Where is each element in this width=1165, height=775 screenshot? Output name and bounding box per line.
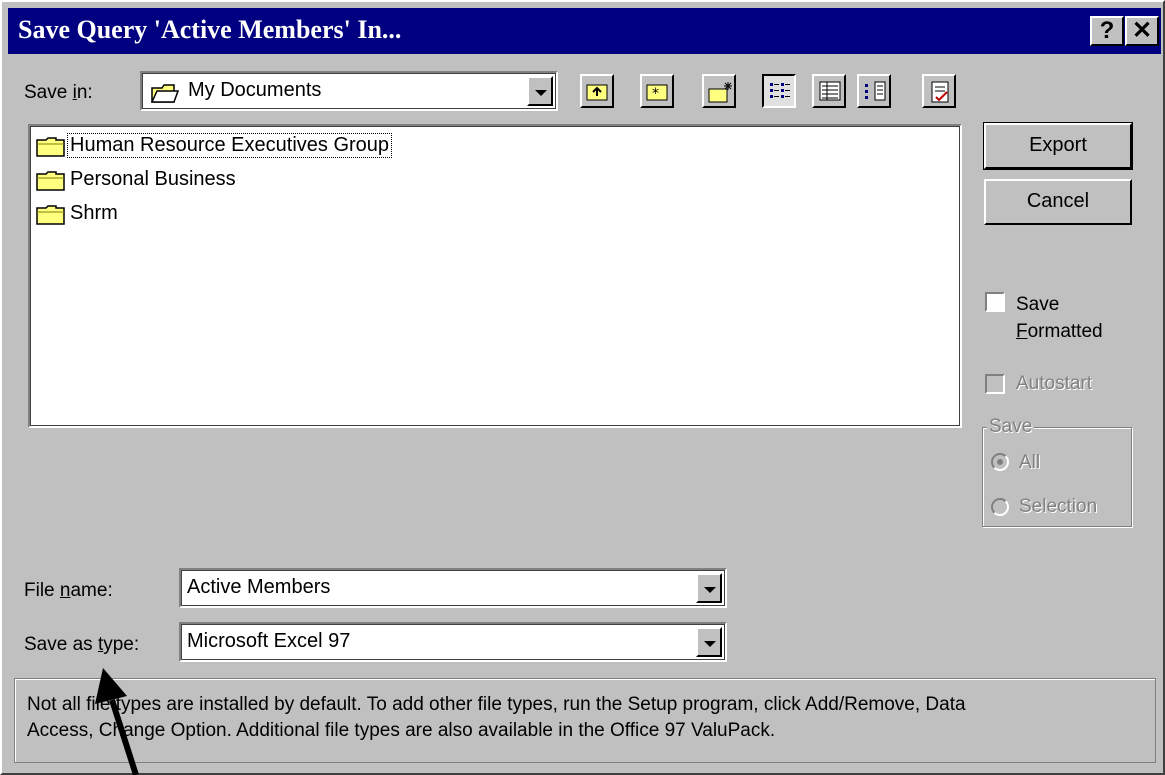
- chevron-down-icon[interactable]: [527, 76, 553, 106]
- file-name-input[interactable]: Active Members: [179, 568, 727, 608]
- file-list[interactable]: Human Resource Executives Group Personal…: [28, 124, 962, 428]
- up-one-level-button[interactable]: [580, 74, 614, 108]
- save-formatted-checkbox[interactable]: [985, 292, 1005, 312]
- svg-text:*: *: [652, 86, 659, 102]
- save-in-dropdown[interactable]: My Documents: [140, 71, 558, 111]
- cancel-button[interactable]: Cancel: [984, 179, 1132, 225]
- properties-view-icon: [865, 81, 886, 101]
- folder-up-icon: [586, 84, 608, 101]
- export-button[interactable]: Export: [983, 122, 1133, 170]
- list-view-button[interactable]: [762, 74, 796, 108]
- folder-icon: [36, 171, 65, 191]
- file-name: Personal Business: [70, 168, 236, 190]
- commands-settings-icon: [931, 81, 949, 103]
- save-group-label: Save: [987, 416, 1035, 438]
- favorites-folder-icon: *: [646, 84, 668, 102]
- folder-icon: [36, 205, 65, 225]
- properties-view-button[interactable]: [857, 74, 891, 108]
- dialog-title: Save Query 'Active Members' In...: [18, 15, 402, 44]
- create-new-folder-button[interactable]: [702, 74, 736, 108]
- chevron-down-icon[interactable]: [696, 573, 722, 603]
- folder-icon: [36, 137, 65, 157]
- help-icon: ?: [1099, 17, 1115, 44]
- selection-label: Selection: [1019, 496, 1098, 517]
- all-label: All: [1019, 452, 1041, 473]
- file-name-label: File name:: [24, 580, 113, 601]
- details-view-button[interactable]: [812, 74, 846, 108]
- save-in-label: Save in:: [24, 82, 93, 103]
- my-documents-folder-icon: [150, 84, 180, 103]
- file-name-value: Active Members: [187, 576, 331, 598]
- save-as-type-dropdown[interactable]: Microsoft Excel 97: [179, 622, 727, 662]
- save-in-value: My Documents: [188, 79, 322, 101]
- chevron-down-icon[interactable]: [696, 627, 722, 657]
- new-folder-icon: [708, 82, 732, 103]
- save-range-group: Save All Selection: [982, 416, 1132, 527]
- list-view-icon: [770, 83, 790, 98]
- close-icon: ✕: [1131, 17, 1153, 44]
- save-query-dialog: Save Query 'Active Members' In... ? ✕ Sa…: [0, 0, 1165, 775]
- commands-and-settings-button[interactable]: [922, 74, 956, 108]
- autostart-checkbox[interactable]: [985, 374, 1005, 394]
- help-button[interactable]: ?: [1090, 16, 1124, 46]
- autostart-label: Autostart: [1016, 373, 1093, 394]
- file-types-note: Not all file types are installed by defa…: [14, 678, 1156, 763]
- save-as-type-label: Save as type:: [24, 634, 140, 655]
- file-name: Shrm: [70, 202, 118, 224]
- look-in-favorites-button[interactable]: *: [640, 74, 674, 108]
- title-bar[interactable]: Save Query 'Active Members' In... ? ✕: [8, 8, 1161, 54]
- file-name: Human Resource Executives Group: [66, 133, 393, 158]
- close-button[interactable]: ✕: [1125, 16, 1159, 46]
- selection-radio[interactable]: [991, 498, 1009, 516]
- save-as-type-value: Microsoft Excel 97: [187, 630, 351, 652]
- all-radio[interactable]: [991, 453, 1009, 471]
- save-formatted-label: Save Formatted: [1016, 294, 1103, 342]
- details-view-icon: [819, 81, 841, 101]
